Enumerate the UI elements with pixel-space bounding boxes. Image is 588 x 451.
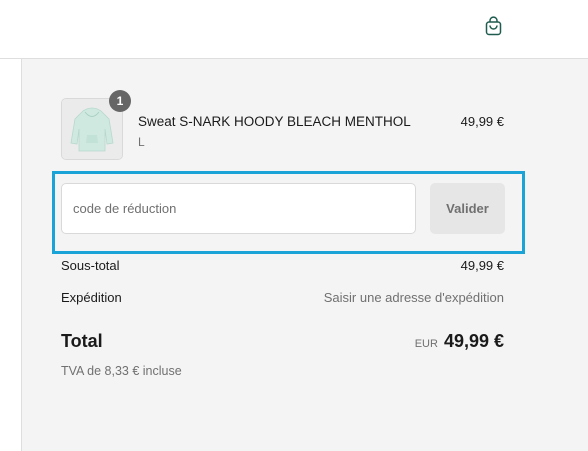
product-price: 49,99 € (460, 114, 504, 129)
product-variant: L (138, 135, 145, 149)
subtotal-value: 49,99 € (460, 258, 504, 273)
shipping-value: Saisir une adresse d'expédition (323, 290, 504, 305)
apply-discount-button[interactable]: Valider (430, 183, 505, 234)
checkout-header (0, 0, 588, 59)
subtotal-label: Sous-total (61, 258, 120, 273)
quantity-badge: 1 (109, 90, 131, 112)
cart-link[interactable] (480, 12, 506, 40)
total-amount: 49,99 € (443, 331, 504, 351)
checkout-page: 1 Sweat S-NARK HOODY BLEACH MENTHOL L 49… (0, 0, 588, 451)
product-thumbnail-wrapper: 1 (61, 90, 131, 160)
order-summary: 1 Sweat S-NARK HOODY BLEACH MENTHOL L 49… (22, 59, 588, 451)
total-label: Total (61, 331, 103, 351)
total-value-group: EUR 49,99 € (415, 331, 504, 352)
main-column-edge (0, 59, 22, 451)
shopping-bag-icon (485, 16, 501, 36)
currency-code: EUR (414, 338, 438, 350)
product-name: Sweat S-NARK HOODY BLEACH MENTHOL (138, 114, 411, 129)
shipping-label: Expédition (61, 290, 122, 305)
tax-note: TVA de 8,33 € incluse (61, 364, 182, 378)
discount-code-input[interactable] (61, 183, 416, 234)
